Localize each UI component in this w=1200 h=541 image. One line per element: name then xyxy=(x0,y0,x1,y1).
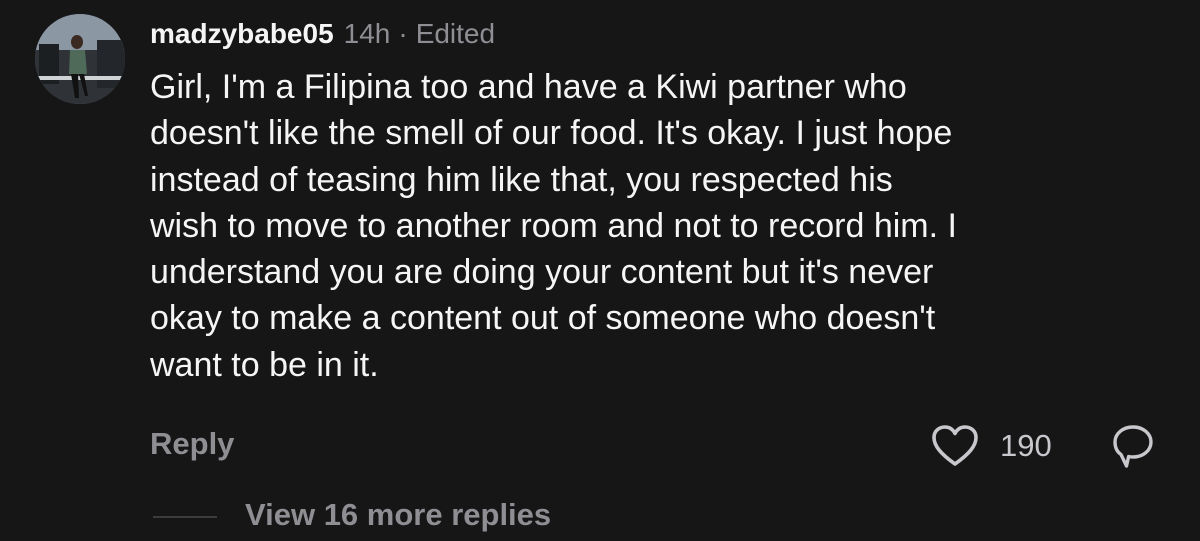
reply-button[interactable]: Reply xyxy=(150,426,234,462)
comment-line: okay to make a content out of someone wh… xyxy=(150,299,936,338)
avatar[interactable] xyxy=(35,14,125,104)
comment-line: understand you are doing your content bu… xyxy=(150,253,934,292)
edited-label: Edited xyxy=(415,18,496,49)
share-icon xyxy=(1113,425,1153,468)
timestamp: 14h xyxy=(343,18,391,49)
comment-line: Girl, I'm a Filipina too and have a Kiwi… xyxy=(150,68,907,106)
avatar-photo xyxy=(35,14,125,104)
comment-line: want to be in it. xyxy=(150,345,379,384)
heart-icon xyxy=(932,425,978,466)
comment-line: doesn't like the smell of our food. It's… xyxy=(150,114,953,153)
username[interactable]: madzybabe05 xyxy=(150,18,334,50)
comment-header: madzybabe05 14h · Edited xyxy=(150,14,495,54)
comment-text: Girl, I'm a Filipina too and have a Kiwi… xyxy=(150,64,1150,388)
comment-line: instead of teasing him like that, you re… xyxy=(150,160,893,199)
separator-dot: · xyxy=(398,18,408,49)
like-button[interactable] xyxy=(930,424,980,468)
like-count: 190 xyxy=(1000,428,1052,463)
comment-line: wish to move to another room and not to … xyxy=(150,206,957,245)
share-button[interactable] xyxy=(1111,423,1155,469)
replies-divider xyxy=(153,516,217,518)
view-more-replies-button[interactable]: View 16 more replies xyxy=(245,497,551,533)
